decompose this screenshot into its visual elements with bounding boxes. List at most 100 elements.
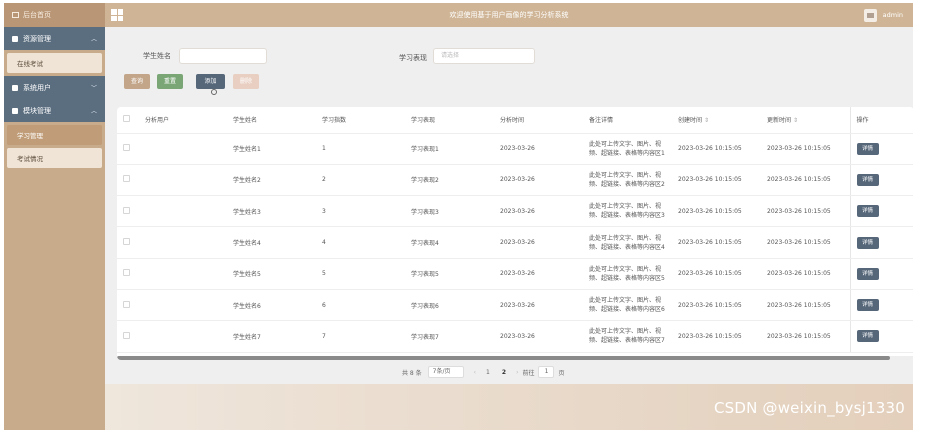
cell-time: 2023-03-26	[494, 320, 583, 353]
detail-button[interactable]: 详情	[856, 236, 879, 249]
chevron-up-icon: ︿	[90, 36, 97, 43]
delete-button[interactable]: 删除	[233, 74, 259, 89]
sidebar-item-label: 学习管理	[17, 132, 43, 140]
performance-select[interactable]: 请选择	[433, 48, 535, 64]
sidebar-item-label: 考试情况	[17, 155, 43, 163]
row-select-cell[interactable]	[117, 164, 139, 197]
table-row: 学生姓名5 5 学习表现5 2023-03-26 此处可上传文字、图片、视频、超…	[117, 258, 913, 290]
name-label: 学生姓名	[143, 52, 171, 60]
cell-time: 2023-03-26	[494, 289, 583, 322]
column-header: 学生姓名	[227, 107, 316, 134]
column-header-sortable[interactable]: 创建时间 ⇕	[672, 107, 761, 134]
chevron-up-icon: ︿	[90, 108, 97, 115]
cell-name: 学生姓名2	[227, 164, 316, 197]
cell-created: 2023-03-26 10:15:05	[672, 164, 761, 197]
row-select-cell[interactable]	[117, 289, 139, 322]
cell-note: 此处可上传文字、图片、视频、超链接、表格等内容区3	[583, 195, 672, 228]
cell-user	[139, 258, 227, 290]
name-search-group: 学生姓名	[143, 48, 267, 64]
sidebar-home[interactable]: 后台首页	[4, 3, 105, 27]
detail-button[interactable]: 详情	[856, 205, 879, 218]
cell-name: 学生姓名7	[227, 320, 316, 353]
cell-name: 学生姓名6	[227, 289, 316, 322]
menu-label: 资源管理	[23, 34, 51, 43]
cell-user	[139, 289, 227, 322]
select-all-cell[interactable]	[117, 107, 139, 134]
column-header-label: 创建时间	[678, 117, 703, 125]
menu-label: 模块管理	[23, 106, 51, 115]
menu-system-users[interactable]: 系统用户 ﹀	[4, 76, 105, 99]
checkbox[interactable]	[123, 331, 130, 339]
cell-updated: 2023-03-26 10:15:05	[761, 226, 850, 259]
mouse-cursor-icon	[211, 89, 217, 95]
checkbox[interactable]	[123, 300, 130, 308]
student-name-input[interactable]	[179, 48, 267, 64]
row-select-cell[interactable]	[117, 320, 139, 353]
row-select-cell[interactable]	[117, 258, 139, 290]
cell-time: 2023-03-26	[494, 133, 583, 165]
page-size-select[interactable]: 7条/页	[427, 366, 464, 378]
prev-page-icon[interactable]: ‹	[474, 369, 476, 376]
sort-icon[interactable]: ⇕	[793, 117, 798, 124]
sidebar-item-online-exam[interactable]: 在线考试	[7, 53, 102, 73]
cell-performance: 学习表现4	[405, 226, 494, 259]
grid-icon	[12, 107, 18, 114]
cell-note: 此处可上传文字、图片、视频、超链接、表格等内容区1	[583, 133, 672, 165]
total-count: 共 8 条	[402, 369, 422, 377]
detail-button[interactable]: 详情	[856, 173, 879, 186]
data-table-card: 分析用户 学生姓名 学习指数 学习表现 分析时间 备注详情 创建时间 ⇕ 更新时间…	[117, 107, 913, 360]
scrollbar-thumb[interactable]	[117, 356, 890, 360]
menu-module-management[interactable]: 模块管理 ︿	[4, 99, 105, 122]
sort-icon[interactable]: ⇕	[704, 117, 709, 124]
detail-button[interactable]: 详情	[856, 299, 879, 312]
row-select-cell[interactable]	[117, 133, 139, 165]
row-select-cell[interactable]	[117, 226, 139, 259]
cell-user	[139, 195, 227, 228]
cell-index: 6	[316, 289, 405, 322]
column-header: 学习指数	[316, 107, 405, 134]
cell-note: 此处可上传文字、图片、视频、超链接、表格等内容区7	[583, 320, 672, 353]
cell-note: 此处可上传文字、图片、视频、超链接、表格等内容区4	[583, 226, 672, 259]
sidebar-item-study-management[interactable]: 学习管理	[7, 125, 102, 145]
cell-performance: 学习表现5	[405, 258, 494, 290]
cell-index: 7	[316, 320, 405, 353]
sidebar-item-exam-status[interactable]: 考试情况	[7, 148, 102, 168]
checkbox[interactable]	[123, 115, 130, 123]
menu-resource-management[interactable]: 资源管理 ︿	[4, 27, 105, 50]
cell-action: 详情	[849, 289, 913, 322]
column-header-label: 更新时间	[767, 117, 792, 125]
table-row: 学生姓名4 4 学习表现4 2023-03-26 此处可上传文字、图片、视频、超…	[117, 226, 913, 259]
add-button[interactable]: 添加	[196, 74, 225, 89]
checkbox[interactable]	[123, 269, 130, 277]
user-menu[interactable]: admin	[863, 8, 903, 22]
row-select-cell[interactable]	[117, 195, 139, 228]
reset-button[interactable]: 重置	[157, 74, 183, 89]
next-page-icon[interactable]: ›	[516, 369, 518, 376]
cell-name: 学生姓名3	[227, 195, 316, 228]
cell-user	[139, 133, 227, 165]
checkbox[interactable]	[123, 144, 130, 152]
sidebar-item-label: 在线考试	[17, 60, 43, 68]
page-number-current[interactable]: 2	[502, 369, 506, 376]
cell-created: 2023-03-26 10:15:05	[672, 320, 761, 353]
cell-index: 4	[316, 226, 405, 259]
goto-page-input[interactable]: 1	[538, 366, 555, 378]
column-header-sortable[interactable]: 更新时间 ⇕	[761, 107, 850, 134]
detail-button[interactable]: 详情	[856, 142, 879, 155]
main-content: 学生姓名 学习表现 请选择 查询 重置 添加 删除 分析用户 学生姓名 学习指数	[105, 27, 913, 430]
horizontal-scrollbar[interactable]	[117, 356, 913, 360]
page-number[interactable]: 1	[486, 369, 490, 376]
checkbox[interactable]	[123, 206, 130, 214]
column-header: 备注详情	[583, 107, 672, 134]
detail-button[interactable]: 详情	[856, 330, 879, 343]
table-row: 学生姓名3 3 学习表现3 2023-03-26 此处可上传文字、图片、视频、超…	[117, 195, 913, 228]
username: admin	[882, 11, 903, 19]
cell-created: 2023-03-26 10:15:05	[672, 195, 761, 228]
query-button[interactable]: 查询	[124, 74, 150, 89]
checkbox[interactable]	[123, 238, 130, 246]
cell-action: 详情	[849, 164, 913, 197]
checkbox[interactable]	[123, 175, 130, 183]
detail-button[interactable]: 详情	[856, 267, 879, 280]
cell-note: 此处可上传文字、图片、视频、超链接、表格等内容区6	[583, 289, 672, 322]
location-icon	[12, 35, 18, 42]
